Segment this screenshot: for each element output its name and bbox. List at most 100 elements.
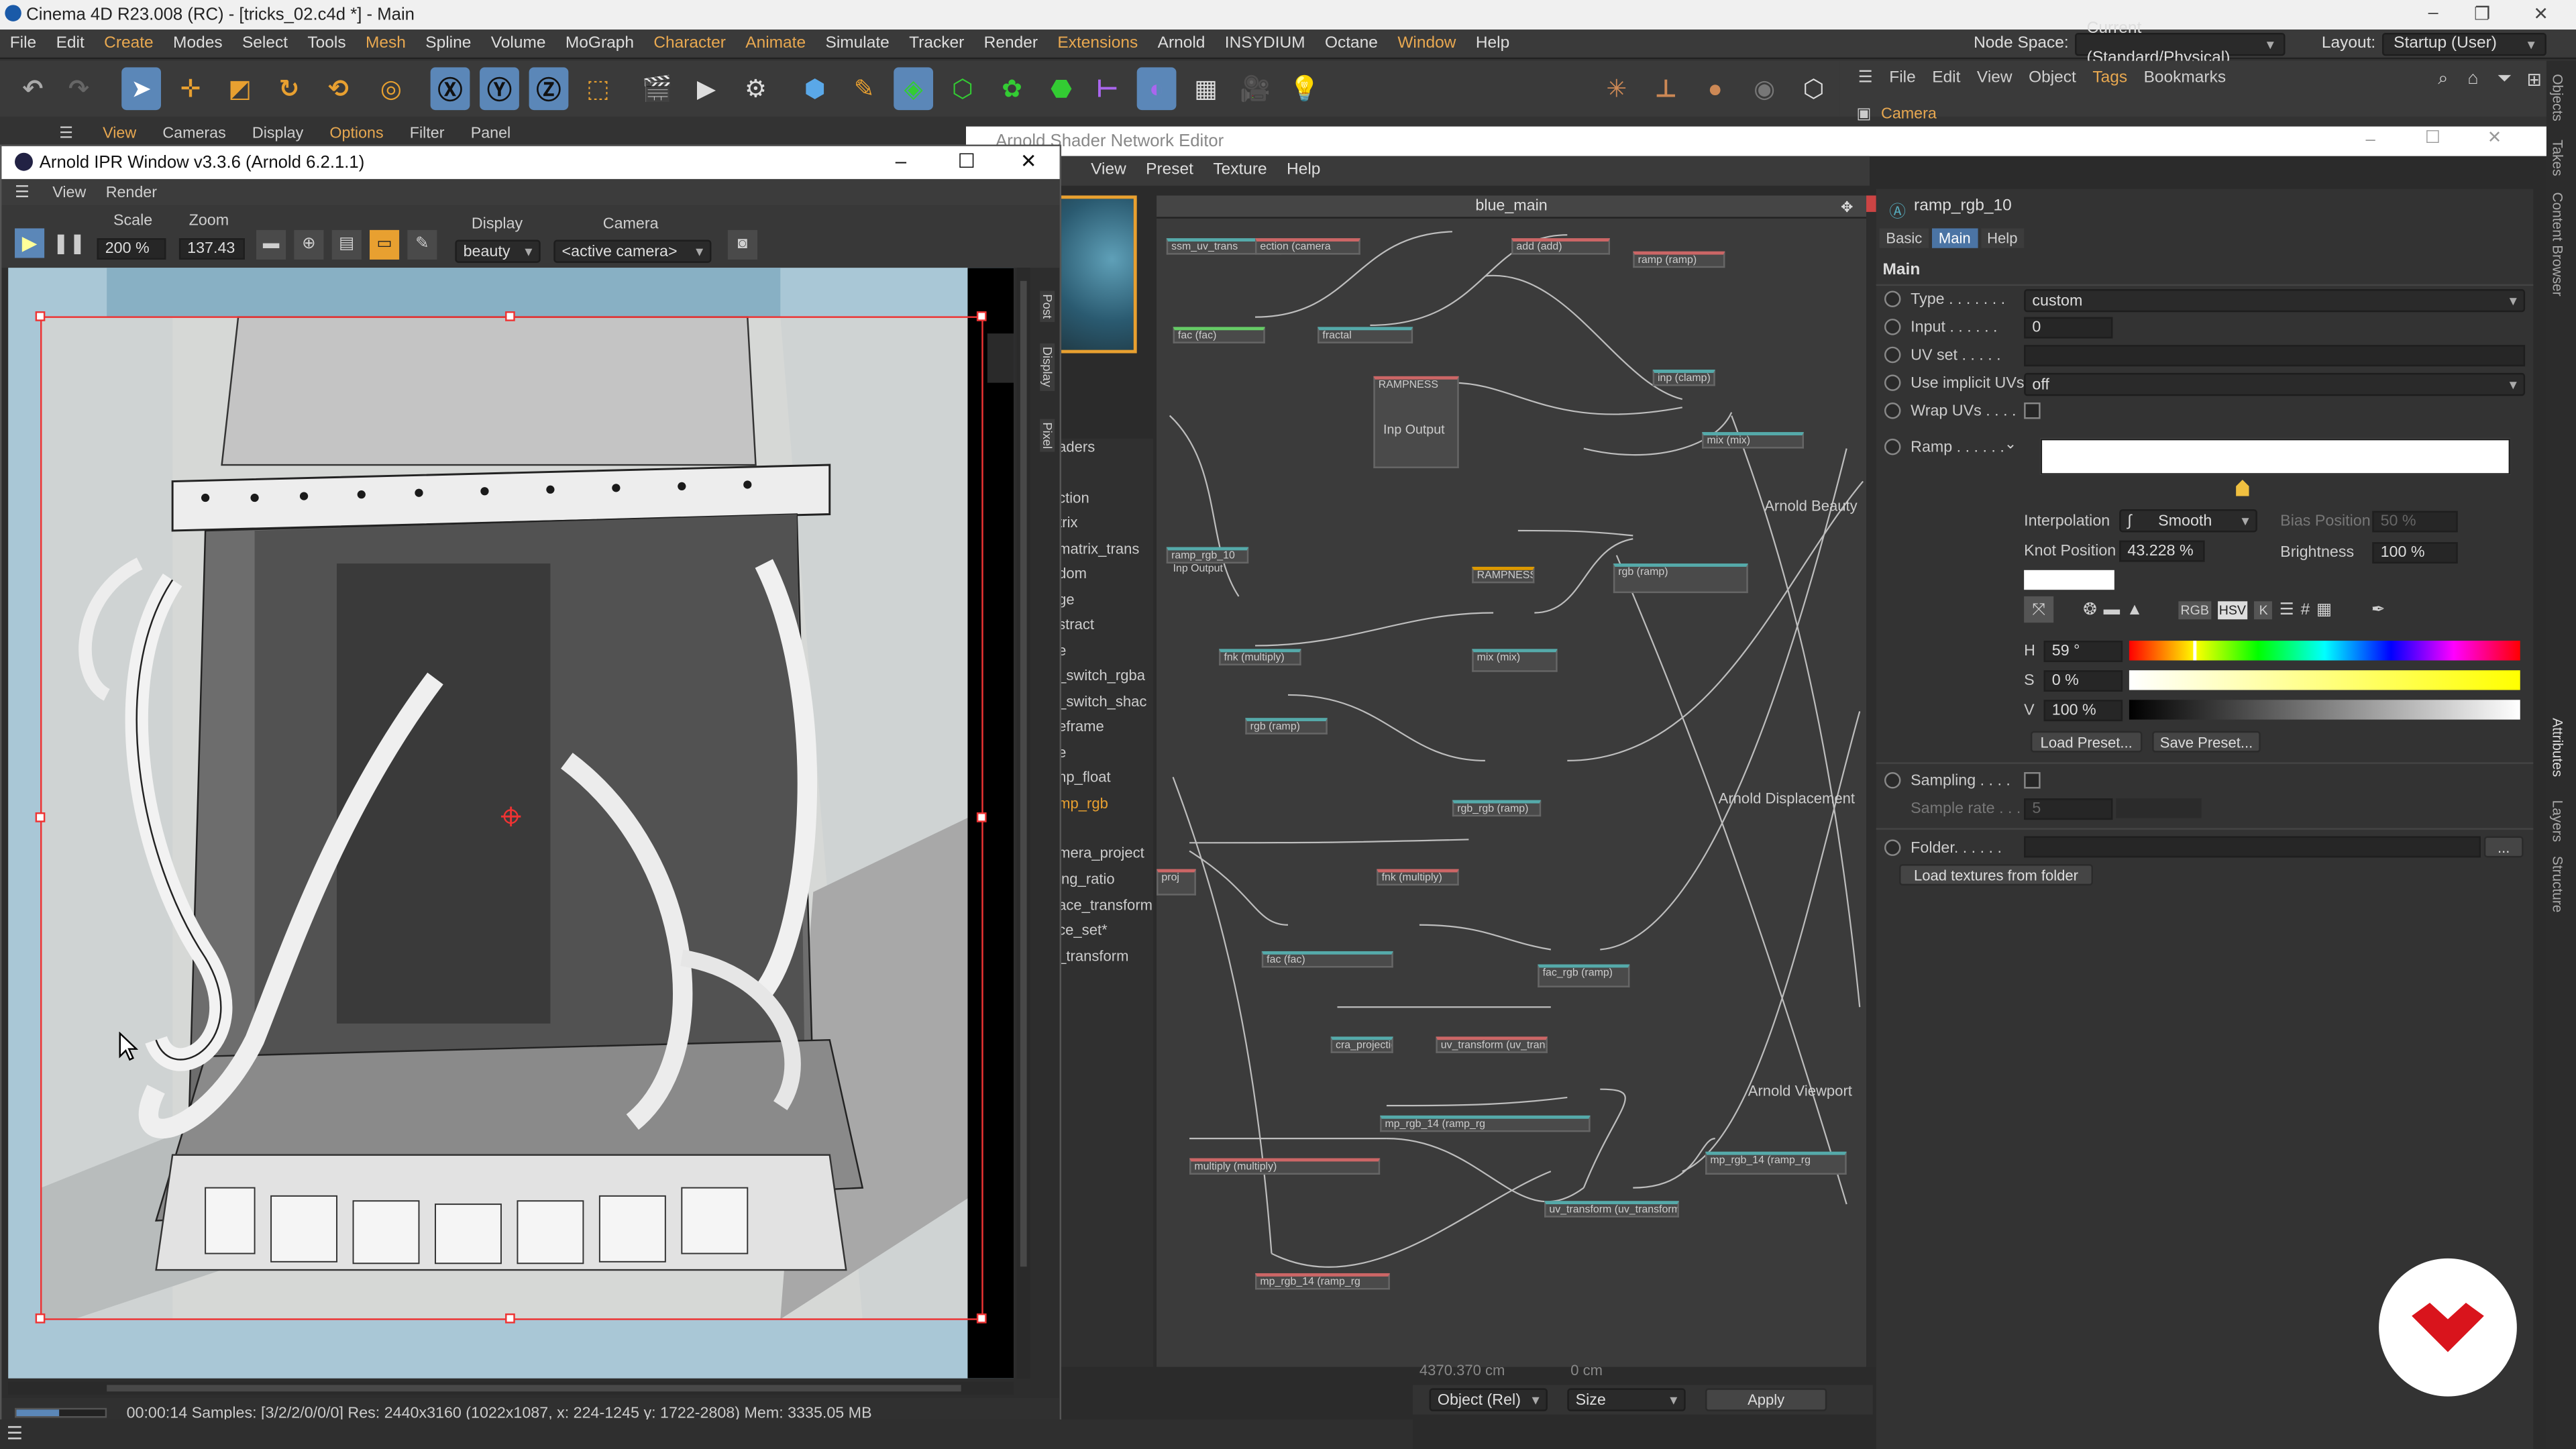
graph-node[interactable]: ramp_rgb_10 [1166, 547, 1249, 564]
render-view-icon[interactable]: 🎬 [637, 67, 677, 110]
type-dropdown[interactable]: custom [2024, 289, 2526, 313]
shader-list-item[interactable]: np_float [1058, 769, 1110, 785]
tab-attributes[interactable]: Attributes [2550, 718, 2566, 777]
uvset-anim-radio[interactable] [1884, 346, 1901, 364]
menu-modes[interactable]: Modes [163, 29, 232, 58]
menu-window[interactable]: Window [1388, 29, 1466, 58]
shader-list-item[interactable]: dom [1058, 565, 1087, 581]
home-icon[interactable]: ⌂ [2467, 69, 2478, 89]
graph-node[interactable]: cra_projection (camera_project) [1330, 1036, 1393, 1053]
output-arnold-viewport[interactable]: Arnold Viewport [1748, 1083, 1852, 1099]
color-spectrum-icon[interactable]: ▬ [2104, 600, 2120, 619]
shader-list-item[interactable]: _switch_shac [1058, 693, 1146, 709]
graph-node[interactable]: mix (mix) [1702, 432, 1804, 449]
render-settings-icon[interactable]: ⚙ [736, 67, 775, 110]
menu-select[interactable]: Select [232, 29, 297, 58]
graph-node[interactable]: multiply (multiply) [1189, 1158, 1381, 1175]
arnold-tool-4-icon[interactable]: ◉ [1745, 67, 1784, 110]
menu-create[interactable]: Create [94, 29, 163, 58]
select-tool-icon[interactable]: ➤ [121, 67, 162, 111]
shader-list-item[interactable]: mera_project [1058, 845, 1144, 861]
restore-icon[interactable]: ❐ [2474, 3, 2490, 24]
save-preset-button[interactable]: Save Preset... [2152, 731, 2261, 753]
arnold-tool-2-icon[interactable]: ⊥ [1646, 67, 1686, 110]
folder-anim-radio[interactable] [1884, 839, 1901, 856]
snap-icon[interactable]: ◎ [371, 67, 411, 110]
graph-node[interactable]: fractal [1318, 327, 1413, 343]
knot-position-field[interactable]: 43.228 % [2119, 540, 2205, 562]
wrap-anim-radio[interactable] [1884, 402, 1901, 419]
shader-list-item[interactable]: matrix_trans [1058, 541, 1139, 557]
graph-node[interactable]: fac (fac) [1261, 951, 1393, 968]
graph-node[interactable]: uv_transform (uv_transform) [1436, 1036, 1548, 1053]
graph-node[interactable]: mp_rgb_14 (ramp_rg [1255, 1273, 1390, 1290]
color-swatches-icon[interactable]: ▦ [2316, 600, 2332, 619]
ipr-horizontal-scrollbar[interactable] [8, 1381, 1014, 1395]
kelvin-mode-button[interactable]: K [2254, 600, 2273, 619]
array-icon[interactable]: ⬣ [1042, 67, 1081, 110]
hue-slider-thumb[interactable] [2193, 641, 2197, 661]
folder-browse-button[interactable]: ... [2483, 836, 2524, 858]
shader-list-item[interactable]: stract [1058, 616, 1094, 632]
shader-menu-help[interactable]: Help [1277, 156, 1330, 186]
node-space-dropdown[interactable]: Current (Standard/Physical) [2075, 19, 2286, 67]
interpolation-dropdown[interactable]: ∫ Smooth [2119, 509, 2257, 533]
recent-tools-icon[interactable]: ⟲ [319, 67, 358, 110]
arnold-tool-3-icon[interactable]: ● [1695, 67, 1735, 110]
graph-node[interactable]: ection (camera [1255, 238, 1360, 255]
ipr-minimize-icon[interactable]: – [896, 150, 906, 172]
tab-main[interactable]: Main [1932, 228, 1978, 248]
hsv-mode-button[interactable]: HSV [2217, 600, 2248, 619]
uvset-field[interactable] [2024, 345, 2526, 367]
viewport-menu-filter[interactable]: Filter [396, 124, 458, 142]
viewport-menu-panel[interactable]: Panel [458, 124, 524, 142]
graph-fit-icon[interactable]: ✥ [1841, 195, 1853, 218]
ipr-menu-render[interactable]: Render [96, 183, 167, 201]
size-mode-dropdown[interactable]: Size [1567, 1388, 1686, 1411]
input-field[interactable]: 0 [2024, 317, 2113, 339]
ipr-hamburger-icon[interactable]: ☰ [1, 183, 42, 201]
arnold-tool-5-icon[interactable]: ⬡ [1794, 67, 1833, 110]
shader-list-item[interactable]: ing_ratio [1058, 871, 1115, 887]
subdivision-icon[interactable]: ◈ [894, 67, 934, 111]
input-anim-radio[interactable] [1884, 319, 1901, 335]
move-tool-icon[interactable]: ✛ [171, 67, 211, 110]
graph-node[interactable]: rgb (ramp) [1613, 564, 1748, 594]
shader-list-item-selected[interactable]: mp_rgb [1058, 795, 1108, 811]
display-dropdown[interactable]: beauty [455, 239, 541, 263]
material-preview[interactable] [1058, 195, 1137, 354]
axis-y-icon[interactable]: Ⓨ [480, 67, 519, 111]
menu-arnold[interactable]: Arnold [1148, 29, 1215, 58]
brightness-field[interactable]: 100 % [2372, 542, 2458, 564]
arnold-tool-1-icon[interactable]: ✳ [1597, 67, 1636, 110]
load-preset-button[interactable]: Load Preset... [2030, 731, 2143, 753]
tab-objects[interactable]: Objects [2550, 74, 2566, 121]
load-textures-button[interactable]: Load textures from folder [1899, 864, 2094, 886]
menu-animate[interactable]: Animate [736, 29, 816, 58]
type-anim-radio[interactable] [1884, 290, 1901, 307]
ipr-close-icon[interactable]: ✕ [1020, 150, 1037, 172]
camera-icon[interactable]: 🎥 [1236, 67, 1275, 110]
scale-tool-icon[interactable]: ◩ [220, 67, 260, 110]
graph-node[interactable]: mix (mix) [1472, 649, 1558, 672]
camera-dropdown[interactable]: <active camera> [553, 239, 712, 263]
object-camera-row[interactable]: ▣ Camera [1856, 105, 1936, 123]
ipr-globe-icon[interactable]: ⊕ [294, 229, 324, 260]
ipr-maximize-icon[interactable]: ☐ [958, 150, 975, 172]
menu-help[interactable]: Help [1466, 29, 1519, 58]
sampling-checkbox[interactable] [2024, 772, 2041, 789]
graph-node[interactable]: uv_transform (uv_transform) [1544, 1201, 1679, 1218]
menu-octane[interactable]: Octane [1315, 29, 1387, 58]
layout-dropdown[interactable]: Startup (User) [2382, 32, 2546, 56]
ipr-horizontal-scroll-thumb[interactable] [107, 1385, 961, 1392]
ipr-grid-icon[interactable]: ▤ [331, 229, 362, 260]
output-arnold-beauty[interactable]: Arnold Beauty [1764, 498, 1857, 514]
color-tool-icon[interactable]: ⤧ [2024, 596, 2054, 623]
eyedropper-icon[interactable]: ✒ [2371, 600, 2385, 619]
sample-rate-slider[interactable] [2116, 798, 2202, 818]
graph-node[interactable]: fac (fac) [1173, 327, 1265, 343]
filter-icon[interactable]: ⏷ [2497, 69, 2512, 91]
rgb-mode-button[interactable]: RGB [2179, 600, 2211, 619]
ipr-vertical-scroll-thumb[interactable] [1020, 280, 1027, 1267]
tab-layers[interactable]: Layers [2550, 800, 2566, 842]
